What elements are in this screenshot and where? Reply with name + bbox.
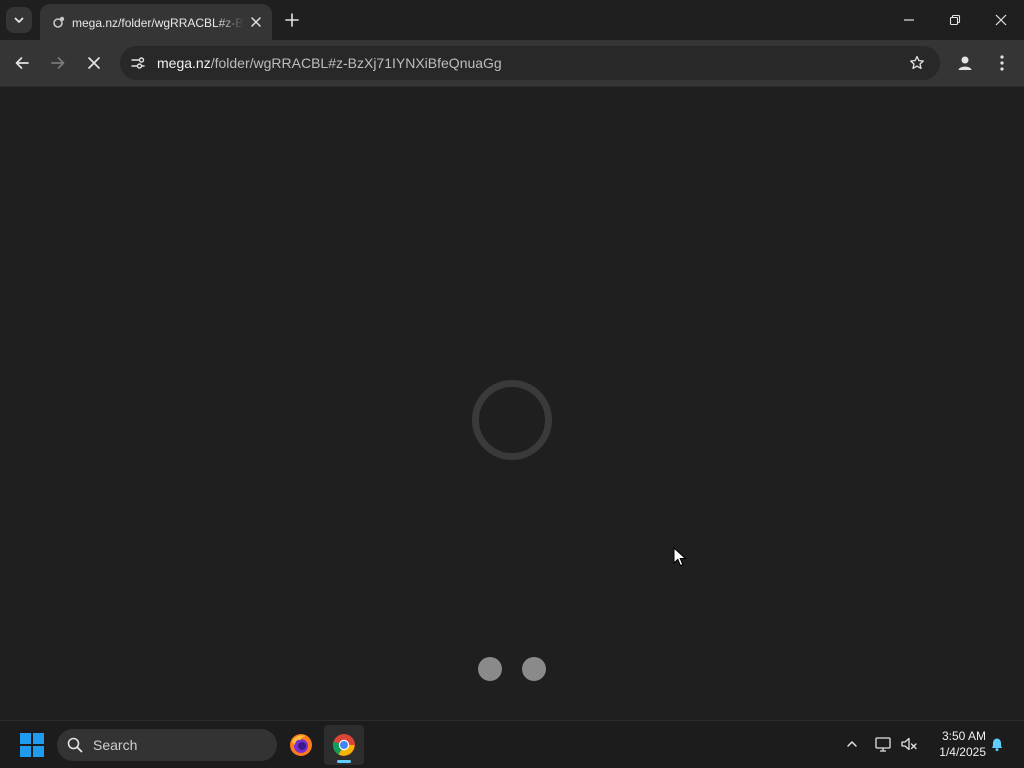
tab-title: mega.nz/folder/wgRRACBL#z-BzXj71IYNXiBfe…: [72, 16, 244, 30]
profile-button[interactable]: [950, 48, 980, 78]
browser-window: mega.nz/folder/wgRRACBL#z-BzXj71IYNXiBfe…: [0, 0, 1024, 720]
show-hidden-icons-button[interactable]: [841, 733, 863, 755]
loading-dot: [478, 657, 502, 681]
new-tab-button[interactable]: [280, 8, 304, 32]
tab-search-button[interactable]: [6, 7, 32, 33]
system-clock[interactable]: 3:50 AM 1/4/2025: [926, 728, 986, 760]
restore-button[interactable]: [932, 0, 978, 40]
taskbar-app-chrome[interactable]: [324, 725, 364, 765]
url-host: mega.nz: [157, 55, 211, 71]
loading-spinner: [472, 380, 552, 460]
tab-strip: mega.nz/folder/wgRRACBL#z-BzXj71IYNXiBfe…: [0, 0, 1024, 40]
minimize-button[interactable]: [886, 0, 932, 40]
stop-loading-icon: [88, 57, 100, 69]
chevron-up-icon: [847, 741, 857, 747]
network-icon: [875, 737, 891, 752]
taskbar: Search 3:50 AM 1/4/2025: [0, 720, 1024, 768]
tab-close-button[interactable]: [246, 12, 266, 32]
site-info-icon: [131, 57, 145, 69]
forward-button[interactable]: [43, 48, 73, 78]
forward-arrow-icon: [51, 57, 65, 69]
stop-loading-button[interactable]: [79, 48, 109, 78]
url-text[interactable]: mega.nz/folder/wgRRACBL#z-BzXj71IYNXiBfe…: [157, 54, 502, 72]
star-icon: [910, 55, 924, 70]
url-path: /folder/wgRRACBL#z-BzXj71IYNXiBfeQnuaGg: [210, 55, 502, 71]
kebab-menu-icon: [1000, 55, 1004, 71]
windows-logo-icon: [20, 733, 44, 757]
minimize-icon: [904, 19, 914, 21]
page-content: [0, 88, 1024, 720]
taskbar-search-box[interactable]: Search: [57, 729, 277, 761]
volume-button[interactable]: [898, 733, 920, 755]
chrome-menu-button[interactable]: [987, 48, 1017, 78]
close-icon: [995, 14, 1007, 26]
taskbar-app-firefox[interactable]: [281, 725, 321, 765]
chevron-down-icon: [14, 17, 24, 23]
clock-date: 1/4/2025: [939, 745, 986, 759]
bookmark-button[interactable]: [906, 52, 928, 74]
search-placeholder: Search: [93, 737, 138, 753]
back-button[interactable]: [7, 48, 37, 78]
browser-toolbar: mega.nz/folder/wgRRACBL#z-BzXj71IYNXiBfe…: [0, 40, 1024, 87]
back-arrow-icon: [15, 57, 29, 69]
network-button[interactable]: [872, 733, 894, 755]
profile-icon: [958, 56, 972, 70]
clock-time: 3:50 AM: [941, 729, 986, 743]
address-bar[interactable]: mega.nz/folder/wgRRACBL#z-BzXj71IYNXiBfe…: [120, 46, 940, 80]
close-icon: [251, 17, 261, 27]
firefox-icon: [290, 734, 312, 756]
search-icon: [66, 736, 84, 754]
site-info-button[interactable]: [126, 51, 150, 75]
chrome-icon: [332, 734, 355, 756]
loading-favicon-icon: [52, 15, 66, 29]
window-close-button[interactable]: [978, 0, 1024, 40]
plus-icon: [285, 13, 299, 27]
volume-muted-icon: [901, 737, 917, 751]
tab-active[interactable]: mega.nz/folder/wgRRACBL#z-BzXj71IYNXiBfe…: [40, 4, 272, 40]
restore-icon: [949, 14, 961, 26]
notification-bell-icon: [992, 738, 1002, 752]
loading-dot: [522, 657, 546, 681]
notifications-button[interactable]: [986, 733, 1008, 755]
start-button[interactable]: [14, 729, 50, 761]
mouse-cursor-icon: [673, 547, 687, 567]
active-app-indicator: [337, 760, 351, 763]
